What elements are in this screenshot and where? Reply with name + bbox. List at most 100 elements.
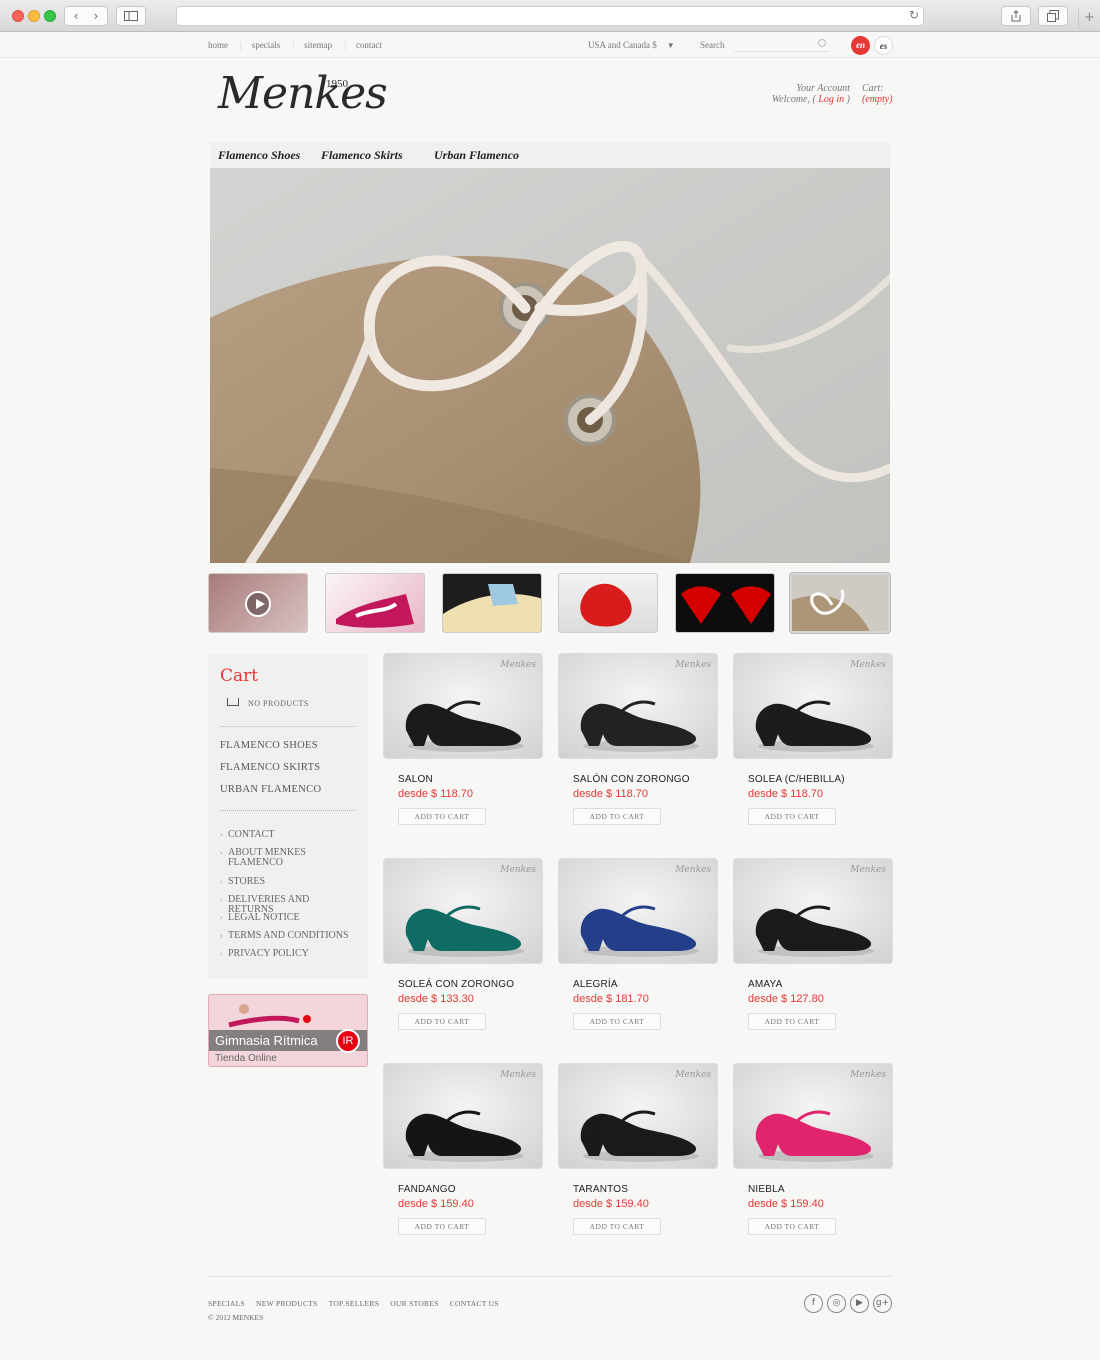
info-link-contact[interactable]: › CONTACT <box>220 830 356 840</box>
minimize-window-button[interactable] <box>28 10 40 22</box>
thumbnail-pink-shoe[interactable] <box>325 573 425 633</box>
footer-link-contact-us[interactable]: CONTACT US <box>450 1299 499 1308</box>
zoom-window-button[interactable] <box>44 10 56 22</box>
logo[interactable]: Menkes <box>218 68 388 119</box>
add-to-cart-button[interactable]: ADD TO CART <box>748 808 836 825</box>
chevron-right-icon: › <box>220 949 223 958</box>
gymnastics-promo-banner[interactable]: Gimnasia Rítmica IR Tienda Online <box>208 994 368 1067</box>
divider <box>220 726 356 727</box>
share-button[interactable] <box>1001 6 1031 26</box>
close-window-button[interactable] <box>12 10 24 22</box>
youtube-icon[interactable]: ▶ <box>850 1294 869 1313</box>
add-to-cart-button[interactable]: ADD TO CART <box>398 1013 486 1030</box>
sidebar-toggle-button[interactable] <box>116 6 146 26</box>
add-to-cart-button[interactable]: ADD TO CART <box>573 808 661 825</box>
product-name[interactable]: SOLEÁ CON ZORONGO <box>398 979 514 990</box>
add-to-cart-button[interactable]: ADD TO CART <box>748 1218 836 1235</box>
forward-icon[interactable]: › <box>86 7 106 25</box>
product-name[interactable]: ALEGRÍA <box>573 979 618 990</box>
instagram-icon[interactable]: ◎ <box>827 1294 846 1313</box>
footer-link-our-stores[interactable]: OUR STORES <box>390 1299 439 1308</box>
thumbnail-video[interactable] <box>208 573 308 633</box>
product-brand-watermark: Menkes <box>675 1070 711 1080</box>
product-name[interactable]: SALON <box>398 774 433 785</box>
product-name[interactable]: FANDANGO <box>398 1184 456 1195</box>
product-image[interactable]: Menkes <box>383 653 543 759</box>
sidebar-item-urban-flamenco[interactable]: URBAN FLAMENCO <box>220 784 321 795</box>
nav-urban-flamenco[interactable]: Urban Flamenco <box>434 148 519 163</box>
hero-slide[interactable] <box>210 168 890 563</box>
login-link[interactable]: Log in <box>818 94 844 105</box>
shoe-heel <box>414 715 426 746</box>
reload-icon[interactable]: ↻ <box>909 8 919 22</box>
home-link[interactable]: home <box>208 40 228 50</box>
divider: | <box>240 40 242 50</box>
info-link-legal[interactable]: › LEGAL NOTICE <box>220 913 356 923</box>
info-link-privacy[interactable]: › PRIVACY POLICY <box>220 949 356 959</box>
back-icon[interactable]: ‹ <box>66 7 86 25</box>
red-dress-image <box>580 583 632 627</box>
product-brand-watermark: Menkes <box>500 660 536 670</box>
account-block: Your Account Welcome, ( Log in ) <box>740 83 850 105</box>
account-label[interactable]: Your Account <box>740 83 850 94</box>
thumbnail-red-dress[interactable] <box>558 573 658 633</box>
product-image[interactable]: Menkes <box>558 653 718 759</box>
search-input[interactable] <box>734 38 830 52</box>
tabs-overview-button[interactable] <box>1038 6 1068 26</box>
product-price: desde $ 133.30 <box>398 993 474 1005</box>
sidebar-item-flamenco-shoes[interactable]: FLAMENCO SHOES <box>220 740 318 751</box>
thumbnail-lace-active[interactable] <box>790 573 890 633</box>
sitemap-link[interactable]: sitemap <box>304 40 332 50</box>
product-image[interactable]: Menkes <box>733 858 893 964</box>
add-to-cart-button[interactable]: ADD TO CART <box>398 1218 486 1235</box>
product-name[interactable]: TARANTOS <box>573 1184 628 1195</box>
footer-link-specials[interactable]: SPECIALS <box>208 1299 245 1308</box>
info-link-stores[interactable]: › STORES <box>220 877 356 887</box>
lang-en-button[interactable]: en <box>851 36 870 55</box>
footer-link-top-sellers[interactable]: TOP SELLERS <box>329 1299 380 1308</box>
shoe-heel <box>414 920 426 951</box>
nav-flamenco-shoes[interactable]: Flamenco Shoes <box>218 148 300 163</box>
thumbnail-shoe-detail[interactable] <box>442 573 542 633</box>
product-image[interactable]: Menkes <box>558 1063 718 1169</box>
info-link-about[interactable]: › ABOUT MENKES FLAMENCO <box>220 848 318 868</box>
region-selector[interactable]: USA and Canada $ ▼ <box>588 40 675 50</box>
footer-link-new-products[interactable]: NEW PRODUCTS <box>256 1299 318 1308</box>
cart-status: (empty) <box>862 94 893 105</box>
add-to-cart-button[interactable]: ADD TO CART <box>573 1013 661 1030</box>
product-image[interactable]: Menkes <box>733 653 893 759</box>
search-icon[interactable] <box>818 39 826 47</box>
address-bar[interactable]: ↻ <box>176 6 924 26</box>
product-price: desde $ 118.70 <box>748 788 824 800</box>
sidebar-item-flamenco-skirts[interactable]: FLAMENCO SKIRTS <box>220 762 320 773</box>
pink-shoe-image <box>336 594 414 628</box>
thumbnail-red-fans[interactable] <box>675 573 775 633</box>
product-price: desde $ 118.70 <box>573 788 649 800</box>
chevron-right-icon: › <box>220 895 223 904</box>
product-name[interactable]: NIEBLA <box>748 1184 785 1195</box>
product-price: desde $ 118.70 <box>398 788 474 800</box>
product-name[interactable]: AMAYA <box>748 979 783 990</box>
product-price: desde $ 159.40 <box>398 1198 474 1210</box>
no-products-text: NO PRODUCTS <box>248 699 309 708</box>
product-image[interactable]: Menkes <box>383 858 543 964</box>
google-plus-icon[interactable]: g+ <box>873 1294 892 1313</box>
search-label: Search <box>700 40 725 50</box>
product-image[interactable]: Menkes <box>558 858 718 964</box>
nav-flamenco-skirts[interactable]: Flamenco Skirts <box>321 148 403 163</box>
new-tab-button[interactable]: + <box>1078 9 1100 29</box>
promo-go-button[interactable]: IR <box>336 1029 360 1053</box>
contact-link[interactable]: contact <box>356 40 382 50</box>
add-to-cart-button[interactable]: ADD TO CART <box>748 1013 836 1030</box>
add-to-cart-button[interactable]: ADD TO CART <box>398 808 486 825</box>
specials-link[interactable]: specials <box>252 40 281 50</box>
product-name[interactable]: SOLEA (C/HEBILLA) <box>748 774 845 785</box>
header-cart[interactable]: Cart: (empty) <box>862 83 893 105</box>
lang-es-button[interactable]: es <box>874 36 893 55</box>
product-image[interactable]: Menkes <box>733 1063 893 1169</box>
info-link-terms[interactable]: › TERMS AND CONDITIONS <box>220 931 356 941</box>
product-name[interactable]: SALÓN CON ZORONGO <box>573 774 690 785</box>
facebook-icon[interactable]: f <box>804 1294 823 1313</box>
product-image[interactable]: Menkes <box>383 1063 543 1169</box>
add-to-cart-button[interactable]: ADD TO CART <box>573 1218 661 1235</box>
